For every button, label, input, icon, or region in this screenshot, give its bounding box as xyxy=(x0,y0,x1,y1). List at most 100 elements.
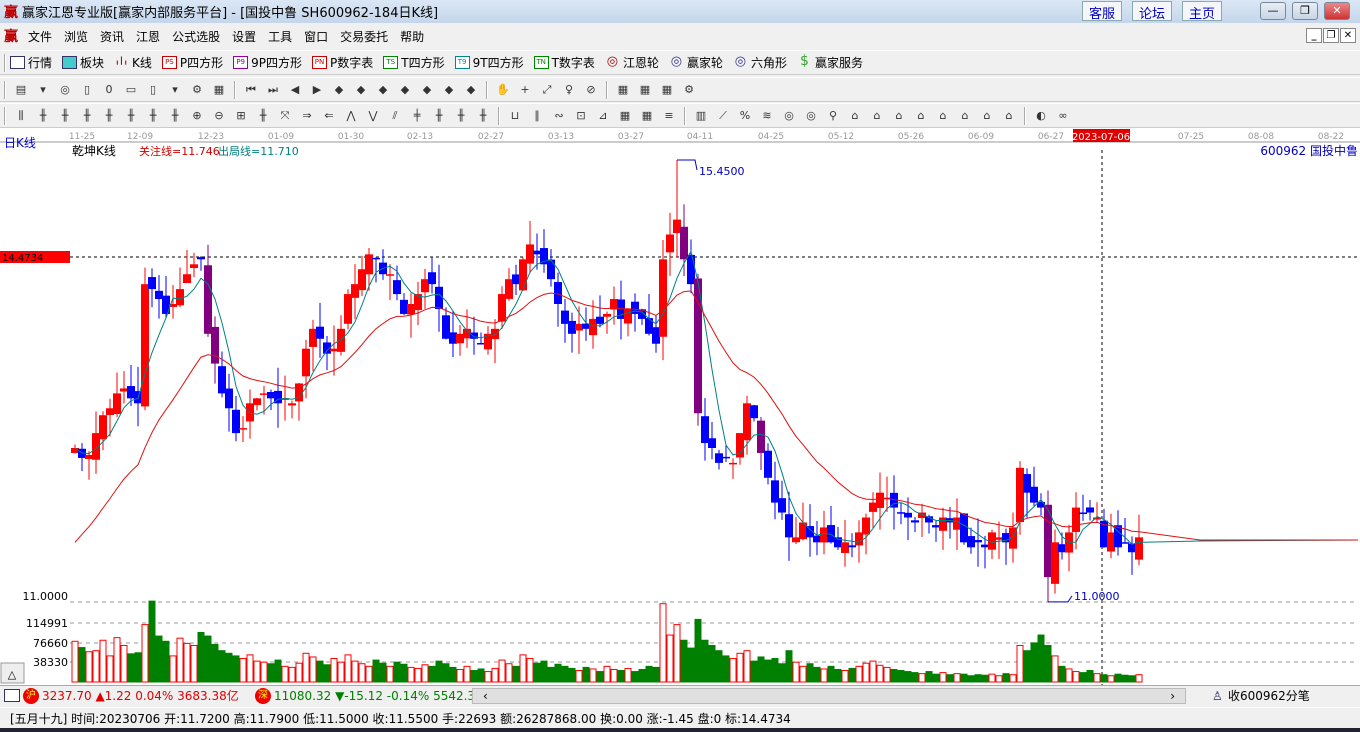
diamond-icon[interactable]: ◆ xyxy=(396,81,414,99)
last-icon[interactable]: ⏭ xyxy=(264,81,282,99)
tick-data-button[interactable]: 收600962分笔 xyxy=(1228,687,1310,704)
tool-icon[interactable]: ╫ xyxy=(254,107,272,125)
close-icon[interactable]: ✕ xyxy=(1324,2,1350,20)
tool-icon[interactable]: ⇒ xyxy=(298,107,316,125)
calendar-icon[interactable]: ▦ xyxy=(614,81,632,99)
crosshair-icon[interactable]: + xyxy=(516,81,534,99)
scroll-left-icon[interactable]: ‹ xyxy=(483,689,488,703)
tool-icon[interactable]: ⫼ xyxy=(12,107,30,125)
tool-icon[interactable]: ⌂ xyxy=(956,107,974,125)
menu-item[interactable]: 文件 xyxy=(28,28,52,45)
menu-item[interactable]: 窗口 xyxy=(304,28,328,45)
toolbar-button-tn[interactable]: TN T数字表 xyxy=(533,54,595,71)
tool-icon[interactable]: ╪ xyxy=(408,107,426,125)
tool-icon[interactable]: ⌂ xyxy=(868,107,886,125)
tool-icon[interactable]: ╫ xyxy=(474,107,492,125)
toolbar-button-hexagon[interactable]: ◎ 六角形 xyxy=(733,54,787,71)
toolbar-button-t9[interactable]: T9 9T四方形 xyxy=(454,54,524,71)
mdi-minimize-icon[interactable]: _ xyxy=(1306,28,1322,43)
zero-icon[interactable]: 0 xyxy=(100,81,118,99)
tool-icon[interactable]: ╫ xyxy=(78,107,96,125)
tool-icon[interactable]: ⌂ xyxy=(1000,107,1018,125)
tool-icon[interactable]: ◎ xyxy=(802,107,820,125)
tool-icon[interactable]: ⌂ xyxy=(912,107,930,125)
shenzhen-index-value[interactable]: 11080.32 ▼-15.12 -0.14% 5542.38 xyxy=(274,689,474,703)
triangle-up-icon[interactable]: △ xyxy=(8,668,17,681)
tool-icon[interactable]: ╫ xyxy=(100,107,118,125)
toolbar-button-ps[interactable]: PS P四方形 xyxy=(161,54,223,71)
diamond-icon[interactable]: ◆ xyxy=(330,81,348,99)
menu-item[interactable]: 帮助 xyxy=(400,28,424,45)
menu-item[interactable]: 工具 xyxy=(268,28,292,45)
toolbar-button-sector[interactable]: 板块 xyxy=(62,54,104,71)
tool-icon[interactable]: ≋ xyxy=(758,107,776,125)
kline-chart[interactable]: 11-25 12-09 12-23 01-09 01-30 02-13 02-27 03-13… xyxy=(0,128,1360,685)
tool-icon[interactable]: ⇐ xyxy=(320,107,338,125)
tool-icon[interactable]: ╫ xyxy=(166,107,184,125)
tool-icon[interactable]: ╫ xyxy=(430,107,448,125)
tool-icon[interactable]: ▦ xyxy=(616,107,634,125)
shanghai-index-value[interactable]: 3237.70 ▲1.22 0.04% 3683.38亿 xyxy=(42,687,252,704)
tool-icon[interactable]: ◐ xyxy=(1032,107,1050,125)
tool-icon[interactable]: ╫ xyxy=(144,107,162,125)
menu-item[interactable]: 浏览 xyxy=(64,28,88,45)
toolbar-button-dollar[interactable]: $ 赢家服务 xyxy=(797,54,863,71)
zoom-icon[interactable]: ⤢ xyxy=(538,81,556,99)
grid-icon[interactable]: ▦ xyxy=(210,81,228,99)
diamond-icon[interactable]: ◆ xyxy=(440,81,458,99)
mdi-restore-icon[interactable]: ❐ xyxy=(1323,28,1339,43)
tool-icon[interactable]: ⊔ xyxy=(506,107,524,125)
tool-icon[interactable]: ╫ xyxy=(56,107,74,125)
tool-icon[interactable]: ∥ xyxy=(528,107,546,125)
horizontal-scrollbar[interactable]: ‹ › xyxy=(472,687,1186,704)
diamond-icon[interactable]: ◆ xyxy=(352,81,370,99)
settings-icon[interactable]: ⚙ xyxy=(188,81,206,99)
rect-icon[interactable]: ▭ xyxy=(122,81,140,99)
diamond-icon[interactable]: ◆ xyxy=(418,81,436,99)
menu-item[interactable]: 江恩 xyxy=(136,28,160,45)
table-icon[interactable]: ▦ xyxy=(636,81,654,99)
toolbar-button-winner-wheel[interactable]: ◎ 赢家轮 xyxy=(669,54,723,71)
menu-item[interactable]: 资讯 xyxy=(100,28,124,45)
tool-icon[interactable]: ∾ xyxy=(550,107,568,125)
pen-icon[interactable]: ♀ xyxy=(560,81,578,99)
tool-icon[interactable]: ▦ xyxy=(638,107,656,125)
tool-icon[interactable]: ⌂ xyxy=(890,107,908,125)
report-icon[interactable]: ▦ xyxy=(658,81,676,99)
tool-icon[interactable]: ⌂ xyxy=(978,107,996,125)
tool-icon[interactable]: ⋀ xyxy=(342,107,360,125)
menu-item[interactable]: 交易委托 xyxy=(340,28,388,45)
layout-icon[interactable]: ▤ xyxy=(12,81,30,99)
tool-icon[interactable]: ⊞ xyxy=(232,107,250,125)
homepage-button[interactable]: 主页 xyxy=(1182,1,1223,22)
toolbar-button-kline[interactable]: ╻┃╻ K线 xyxy=(114,54,152,71)
tool-icon[interactable]: ≡ xyxy=(660,107,678,125)
diamond-icon[interactable]: ◆ xyxy=(374,81,392,99)
customer-service-button[interactable]: 客服 xyxy=(1082,1,1123,22)
tool-icon[interactable]: ⟋ xyxy=(714,107,732,125)
menu-item[interactable]: 设置 xyxy=(232,28,256,45)
tool-icon[interactable]: ⫽ xyxy=(386,107,404,125)
minimize-icon[interactable]: — xyxy=(1260,2,1286,20)
gann-icon[interactable]: ◎ xyxy=(56,81,74,99)
bar-icon[interactable]: ▯ xyxy=(144,81,162,99)
tool-icon[interactable]: ⋁ xyxy=(364,107,382,125)
tool-icon[interactable]: ⊕ xyxy=(188,107,206,125)
toolbar-button-ts[interactable]: TS T四方形 xyxy=(383,54,445,71)
dropdown-icon[interactable]: ▾ xyxy=(34,81,52,99)
tool-icon[interactable]: ∞ xyxy=(1054,107,1072,125)
tool-icon[interactable]: ╫ xyxy=(34,107,52,125)
toolbar-button-quotes[interactable]: 行情 xyxy=(10,54,52,71)
tool-icon[interactable]: ⌂ xyxy=(934,107,952,125)
left-icon[interactable]: ◀ xyxy=(286,81,304,99)
tool-icon[interactable]: ⌂ xyxy=(846,107,864,125)
page-icon[interactable]: ▯ xyxy=(78,81,96,99)
dropdown-icon[interactable]: ▾ xyxy=(166,81,184,99)
tool-icon[interactable]: ⊖ xyxy=(210,107,228,125)
tool-icon[interactable]: ⊡ xyxy=(572,107,590,125)
right-icon[interactable]: ▶ xyxy=(308,81,326,99)
mdi-close-icon[interactable]: ✕ xyxy=(1340,28,1356,43)
tool-icon[interactable]: ⚲ xyxy=(824,107,842,125)
toolbar-button-pn[interactable]: PN P数字表 xyxy=(312,54,373,71)
menu-item[interactable]: 公式选股 xyxy=(172,28,220,45)
